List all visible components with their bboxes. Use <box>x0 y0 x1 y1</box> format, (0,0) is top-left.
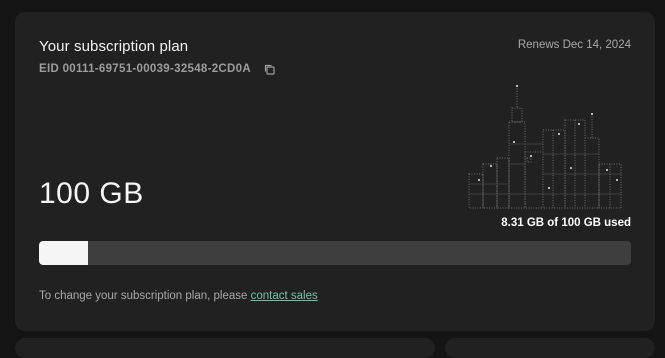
storage-usage-label: 8.31 GB of 100 GB used <box>501 217 631 229</box>
storage-usage-bar-fill <box>39 241 89 265</box>
plan-change-text: To change your subscription plan, please <box>39 290 251 302</box>
next-card-right <box>445 338 655 358</box>
eid-value: EID 00111-69751-00039-32548-2CD0A <box>39 63 251 75</box>
plan-change-note: To change your subscription plan, please… <box>39 290 318 302</box>
copy-icon[interactable] <box>263 62 277 76</box>
plan-title: Your subscription plan <box>39 38 189 55</box>
next-card-left <box>15 338 435 358</box>
renewal-date: Renews Dec 14, 2024 <box>517 39 631 51</box>
storage-usage-bar <box>39 241 631 265</box>
contact-sales-link[interactable]: contact sales <box>251 290 318 302</box>
plan-capacity: 100 GB <box>39 177 144 210</box>
eid-row: EID 00111-69751-00039-32548-2CD0A <box>39 62 277 76</box>
subscription-plan-card: Your subscription plan EID 00111-69751-0… <box>15 12 655 331</box>
city-skyline-illustration <box>468 85 622 209</box>
